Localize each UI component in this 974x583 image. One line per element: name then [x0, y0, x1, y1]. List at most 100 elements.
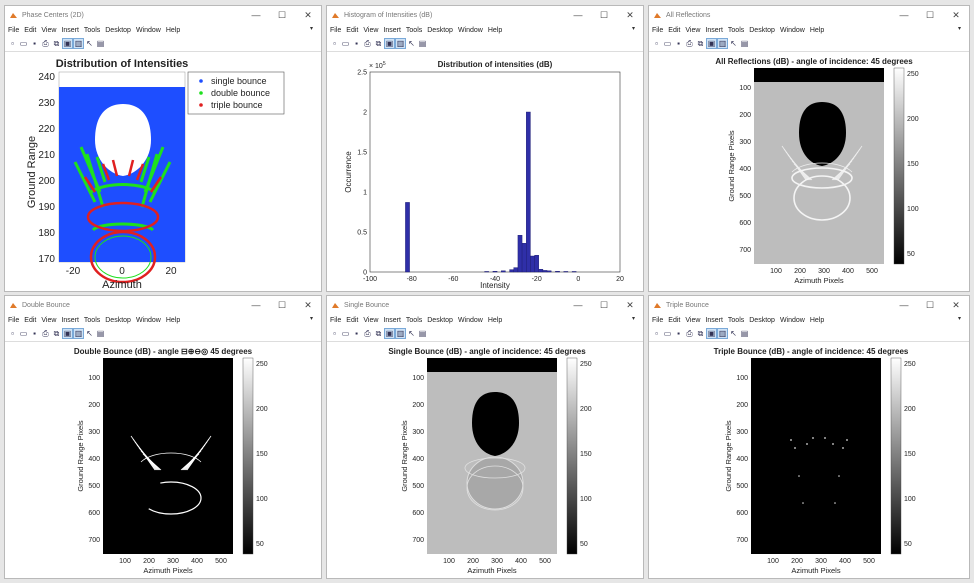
- minimize-button[interactable]: —: [243, 6, 269, 24]
- menu-view[interactable]: View: [685, 27, 700, 34]
- menu-edit[interactable]: Edit: [346, 317, 358, 324]
- colorbar-icon[interactable]: ▥: [73, 38, 84, 49]
- menu-window[interactable]: Window: [136, 27, 161, 34]
- print-icon[interactable]: ⎙: [685, 329, 694, 338]
- save-icon[interactable]: ▪: [352, 39, 361, 48]
- maximize-button[interactable]: ☐: [269, 6, 295, 24]
- menu-window[interactable]: Window: [458, 317, 483, 324]
- title-bar[interactable]: Histogram of Intensities (dB) — ☐ ✕: [327, 6, 643, 24]
- open-file-icon[interactable]: ▭: [341, 329, 350, 338]
- menu-file[interactable]: File: [8, 317, 19, 324]
- maximize-button[interactable]: ☐: [917, 296, 943, 314]
- menu-edit[interactable]: Edit: [346, 27, 358, 34]
- pointer-icon[interactable]: ↖: [729, 329, 738, 338]
- new-file-icon[interactable]: ▫: [330, 39, 339, 48]
- data-cursor-icon[interactable]: ▣: [706, 38, 717, 49]
- open-file-icon[interactable]: ▭: [663, 329, 672, 338]
- menu-desktop[interactable]: Desktop: [427, 317, 453, 324]
- open-file-icon[interactable]: ▭: [341, 39, 350, 48]
- menu-tools[interactable]: Tools: [728, 317, 744, 324]
- menu-tools[interactable]: Tools: [84, 317, 100, 324]
- menu-file[interactable]: File: [8, 27, 19, 34]
- menu-desktop[interactable]: Desktop: [749, 317, 775, 324]
- close-button[interactable]: ✕: [617, 296, 643, 314]
- maximize-button[interactable]: ☐: [917, 6, 943, 24]
- close-button[interactable]: ✕: [295, 296, 321, 314]
- menu-view[interactable]: View: [41, 27, 56, 34]
- menu-edit[interactable]: Edit: [668, 317, 680, 324]
- menu-window[interactable]: Window: [136, 317, 161, 324]
- save-icon[interactable]: ▪: [30, 39, 39, 48]
- menu-window[interactable]: Window: [458, 27, 483, 34]
- close-button[interactable]: ✕: [943, 6, 969, 24]
- minimize-button[interactable]: —: [243, 296, 269, 314]
- minimize-button[interactable]: —: [565, 6, 591, 24]
- toolbar-arrow-icon[interactable]: ▾: [310, 25, 313, 32]
- toolbar-arrow-icon[interactable]: ▾: [632, 25, 635, 32]
- menu-desktop[interactable]: Desktop: [427, 27, 453, 34]
- layout-icon[interactable]: ▤: [418, 39, 427, 48]
- maximize-button[interactable]: ☐: [591, 6, 617, 24]
- data-cursor-icon[interactable]: ▣: [384, 328, 395, 339]
- title-bar[interactable]: Single Bounce — ☐ ✕: [327, 296, 643, 314]
- menu-tools[interactable]: Tools: [406, 317, 422, 324]
- menu-insert[interactable]: Insert: [383, 27, 401, 34]
- menu-help[interactable]: Help: [810, 27, 824, 34]
- colorbar-icon[interactable]: ▥: [717, 38, 728, 49]
- close-button[interactable]: ✕: [617, 6, 643, 24]
- menu-help[interactable]: Help: [166, 27, 180, 34]
- layout-icon[interactable]: ▤: [740, 329, 749, 338]
- colorbar-icon[interactable]: ▥: [73, 328, 84, 339]
- menu-help[interactable]: Help: [488, 27, 502, 34]
- menu-view[interactable]: View: [41, 317, 56, 324]
- menu-insert[interactable]: Insert: [383, 317, 401, 324]
- save-icon[interactable]: ▪: [674, 39, 683, 48]
- pointer-icon[interactable]: ↖: [85, 39, 94, 48]
- minimize-button[interactable]: —: [565, 296, 591, 314]
- menu-edit[interactable]: Edit: [24, 27, 36, 34]
- new-file-icon[interactable]: ▫: [652, 329, 661, 338]
- title-bar[interactable]: All Reflections — ☐ ✕: [649, 6, 969, 24]
- colorbar-icon[interactable]: ▥: [395, 328, 406, 339]
- layout-icon[interactable]: ▤: [418, 329, 427, 338]
- menu-tools[interactable]: Tools: [84, 27, 100, 34]
- close-button[interactable]: ✕: [943, 296, 969, 314]
- menu-file[interactable]: File: [652, 27, 663, 34]
- new-file-icon[interactable]: ▫: [8, 329, 17, 338]
- menu-edit[interactable]: Edit: [668, 27, 680, 34]
- colorbar-icon[interactable]: ▥: [395, 38, 406, 49]
- open-file-icon[interactable]: ▭: [663, 39, 672, 48]
- menu-desktop[interactable]: Desktop: [749, 27, 775, 34]
- data-cursor-icon[interactable]: ▣: [62, 328, 73, 339]
- link-icon[interactable]: ⧉: [52, 329, 61, 338]
- layout-icon[interactable]: ▤: [96, 329, 105, 338]
- menu-help[interactable]: Help: [810, 317, 824, 324]
- new-file-icon[interactable]: ▫: [8, 39, 17, 48]
- pointer-icon[interactable]: ↖: [407, 329, 416, 338]
- pointer-icon[interactable]: ↖: [729, 39, 738, 48]
- menu-insert[interactable]: Insert: [61, 27, 79, 34]
- toolbar-arrow-icon[interactable]: ▾: [958, 315, 961, 322]
- close-button[interactable]: ✕: [295, 6, 321, 24]
- pointer-icon[interactable]: ↖: [85, 329, 94, 338]
- menu-view[interactable]: View: [685, 317, 700, 324]
- save-icon[interactable]: ▪: [30, 329, 39, 338]
- print-icon[interactable]: ⎙: [363, 39, 372, 48]
- open-file-icon[interactable]: ▭: [19, 39, 28, 48]
- menu-tools[interactable]: Tools: [406, 27, 422, 34]
- open-file-icon[interactable]: ▭: [19, 329, 28, 338]
- menu-insert[interactable]: Insert: [61, 317, 79, 324]
- pointer-icon[interactable]: ↖: [407, 39, 416, 48]
- title-bar[interactable]: Triple Bounce — ☐ ✕: [649, 296, 969, 314]
- menu-view[interactable]: View: [363, 317, 378, 324]
- link-icon[interactable]: ⧉: [696, 329, 705, 338]
- menu-help[interactable]: Help: [166, 317, 180, 324]
- colorbar-icon[interactable]: ▥: [717, 328, 728, 339]
- data-cursor-icon[interactable]: ▣: [706, 328, 717, 339]
- axes-toolbar-icons[interactable]: ⊟⊕⊖◎: [179, 347, 211, 356]
- minimize-button[interactable]: —: [891, 6, 917, 24]
- link-icon[interactable]: ⧉: [374, 329, 383, 338]
- maximize-button[interactable]: ☐: [269, 296, 295, 314]
- print-icon[interactable]: ⎙: [41, 39, 50, 48]
- new-file-icon[interactable]: ▫: [652, 39, 661, 48]
